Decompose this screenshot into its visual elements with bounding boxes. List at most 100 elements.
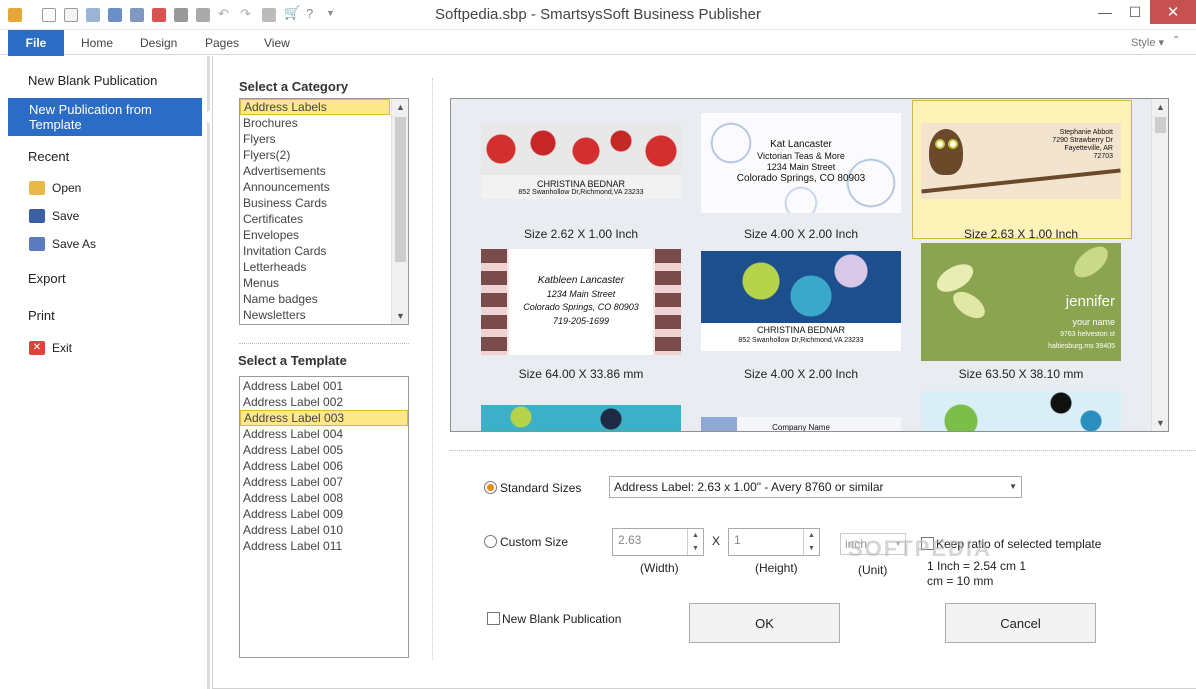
- template-item[interactable]: Address Label 007: [240, 474, 408, 490]
- category-item[interactable]: Invitation Cards: [240, 243, 390, 259]
- cancel-button[interactable]: Cancel: [945, 603, 1096, 643]
- leaf-1: [932, 258, 978, 298]
- tab-file[interactable]: File: [8, 30, 64, 56]
- nav-new-blank[interactable]: New Blank Publication: [28, 73, 157, 88]
- template-item[interactable]: Address Label 003: [240, 410, 408, 426]
- custom-size-label[interactable]: Custom Size: [500, 535, 568, 549]
- card-3-line-1: Stephanie Abbott: [1059, 129, 1113, 136]
- pattern-right: [655, 249, 681, 355]
- card-2-line-3: 1234 Main Street: [766, 162, 836, 172]
- category-list[interactable]: Address Labels Brochures Flyers Flyers(2) Ad…: [239, 98, 409, 325]
- height-value: 1: [734, 533, 741, 547]
- card-4-line-2: 1234 Main Street: [546, 289, 616, 299]
- template-item[interactable]: Address Label 010: [240, 522, 408, 538]
- template-item[interactable]: Address Label 005: [240, 442, 408, 458]
- ribbon-tab-bar: [0, 30, 1196, 55]
- template-item[interactable]: Address Label 004: [240, 426, 408, 442]
- template-thumb-1[interactable]: CHRISTINA BEDNAR 852 Swanhollow Dr,Richm…: [481, 123, 681, 199]
- close-button[interactable]: ✕: [1150, 0, 1196, 24]
- gallery-scroll-up-icon[interactable]: ▲: [1152, 99, 1168, 115]
- height-stepper[interactable]: 1 ▲ ▼: [728, 528, 820, 556]
- leaf-3: [1068, 243, 1114, 284]
- nav-exit[interactable]: Exit: [52, 341, 72, 355]
- owl-icon: [929, 129, 963, 175]
- template-item[interactable]: Address Label 009: [240, 506, 408, 522]
- style-label: Style: [1131, 37, 1156, 49]
- scroll-down-icon[interactable]: ▼: [392, 308, 408, 324]
- chevron-down-icon: ▼: [1009, 482, 1017, 491]
- template-item[interactable]: Address Label 001: [240, 378, 408, 394]
- tab-design[interactable]: Design: [140, 36, 177, 50]
- nav-save-as[interactable]: Save As: [52, 237, 96, 251]
- category-item[interactable]: Name badges: [240, 291, 390, 307]
- category-item[interactable]: Brochures: [240, 115, 390, 131]
- card-2-line-4: Colorado Springs, CO 80903: [736, 173, 866, 184]
- nav-recent[interactable]: Recent: [28, 149, 69, 164]
- vertical-divider: [432, 78, 433, 660]
- tab-view[interactable]: View: [264, 36, 290, 50]
- template-thumb-5[interactable]: CHRISTINA BEDNAR 852 Swanhollow Dr,Richm…: [701, 251, 901, 351]
- template-item[interactable]: Address Label 011: [240, 538, 408, 554]
- new-blank-label[interactable]: New Blank Publication: [502, 612, 621, 626]
- card-4-line-1: Katbleen Lancaster: [537, 275, 625, 286]
- template-item[interactable]: Address Label 002: [240, 394, 408, 410]
- template-thumb-4[interactable]: Katbleen Lancaster 1234 Main Street Colo…: [481, 249, 681, 355]
- style-menu[interactable]: Style ▾: [1131, 36, 1164, 49]
- tab-pages[interactable]: Pages: [205, 36, 239, 50]
- category-item[interactable]: Announcements: [240, 179, 390, 195]
- gallery-scrollbar[interactable]: ▲ ▼: [1151, 99, 1168, 431]
- category-item[interactable]: Business Cards: [240, 195, 390, 211]
- category-item[interactable]: Menus: [240, 275, 390, 291]
- ribbon-collapse-icon[interactable]: ⌃: [1172, 35, 1180, 46]
- category-item[interactable]: Flyers(2): [240, 147, 390, 163]
- custom-size-radio[interactable]: [484, 535, 497, 548]
- standard-sizes-label[interactable]: Standard Sizes: [500, 481, 581, 495]
- template-item[interactable]: Address Label 008: [240, 490, 408, 506]
- category-item[interactable]: Flyers: [240, 131, 390, 147]
- category-item[interactable]: Advertisements: [240, 163, 390, 179]
- template-thumb-9[interactable]: [921, 391, 1121, 431]
- width-spin-buttons[interactable]: ▲ ▼: [687, 529, 703, 555]
- open-folder-icon: [29, 181, 45, 195]
- standard-sizes-radio[interactable]: [484, 481, 497, 494]
- template-thumb-6[interactable]: jennifer your name 9763 helveston st hal…: [921, 243, 1121, 361]
- card-4-line-3: Colorado Springs, CO 80903: [523, 302, 639, 312]
- template-list[interactable]: Address Label 001 Address Label 002 Addres…: [239, 376, 409, 658]
- ok-button[interactable]: OK: [689, 603, 840, 643]
- tab-home[interactable]: Home: [81, 36, 113, 50]
- gallery-scroll-thumb[interactable]: [1155, 117, 1166, 133]
- template-thumb-8[interactable]: Company Name: [701, 417, 901, 431]
- category-item[interactable]: Letterheads: [240, 259, 390, 275]
- maximize-button[interactable]: ☐: [1120, 0, 1150, 24]
- nav-export[interactable]: Export: [28, 271, 66, 286]
- nav-open[interactable]: Open: [52, 181, 81, 195]
- category-item[interactable]: Newsletters: [240, 307, 390, 323]
- category-scrollbar[interactable]: ▲ ▼: [391, 99, 408, 324]
- category-item[interactable]: Address Labels: [240, 99, 390, 115]
- gallery-scroll-down-icon[interactable]: ▼: [1152, 415, 1168, 431]
- category-item[interactable]: Envelopes: [240, 227, 390, 243]
- card-3-size: Size 2.63 X 1.00 Inch: [963, 227, 1079, 241]
- minimize-button[interactable]: —: [1090, 0, 1120, 24]
- nav-new-from-template[interactable]: New Publication from Template: [8, 98, 202, 136]
- standard-sizes-dropdown[interactable]: Address Label: 2.63 x 1.00" - Avery 8760…: [609, 476, 1022, 498]
- nav-print[interactable]: Print: [28, 308, 55, 323]
- width-stepper[interactable]: 2.63 ▲ ▼: [612, 528, 704, 556]
- nav-save[interactable]: Save: [52, 209, 79, 223]
- times-separator: X: [712, 534, 721, 548]
- height-caption: (Height): [755, 561, 798, 575]
- card-3-line-4: 72703: [1093, 153, 1113, 160]
- height-spin-buttons[interactable]: ▲ ▼: [803, 529, 819, 555]
- owl-eye-right: [948, 139, 958, 149]
- new-blank-checkbox[interactable]: [487, 612, 500, 625]
- scroll-up-icon[interactable]: ▲: [392, 99, 408, 115]
- scroll-thumb[interactable]: [395, 117, 406, 262]
- template-gallery[interactable]: CHRISTINA BEDNAR 852 Swanhollow Dr,Richm…: [450, 98, 1169, 432]
- template-thumb-2[interactable]: Kat Lancaster Victorian Teas & More 1234…: [701, 113, 901, 213]
- template-item[interactable]: Address Label 006: [240, 458, 408, 474]
- template-thumb-3[interactable]: Stephanie Abbott 7290 Strawberry Dr Faye…: [921, 123, 1121, 199]
- card-2-line-1: Kat Lancaster: [770, 139, 832, 150]
- exit-icon: ✕: [29, 341, 45, 355]
- template-thumb-7[interactable]: [481, 405, 681, 431]
- category-item[interactable]: Certificates: [240, 211, 390, 227]
